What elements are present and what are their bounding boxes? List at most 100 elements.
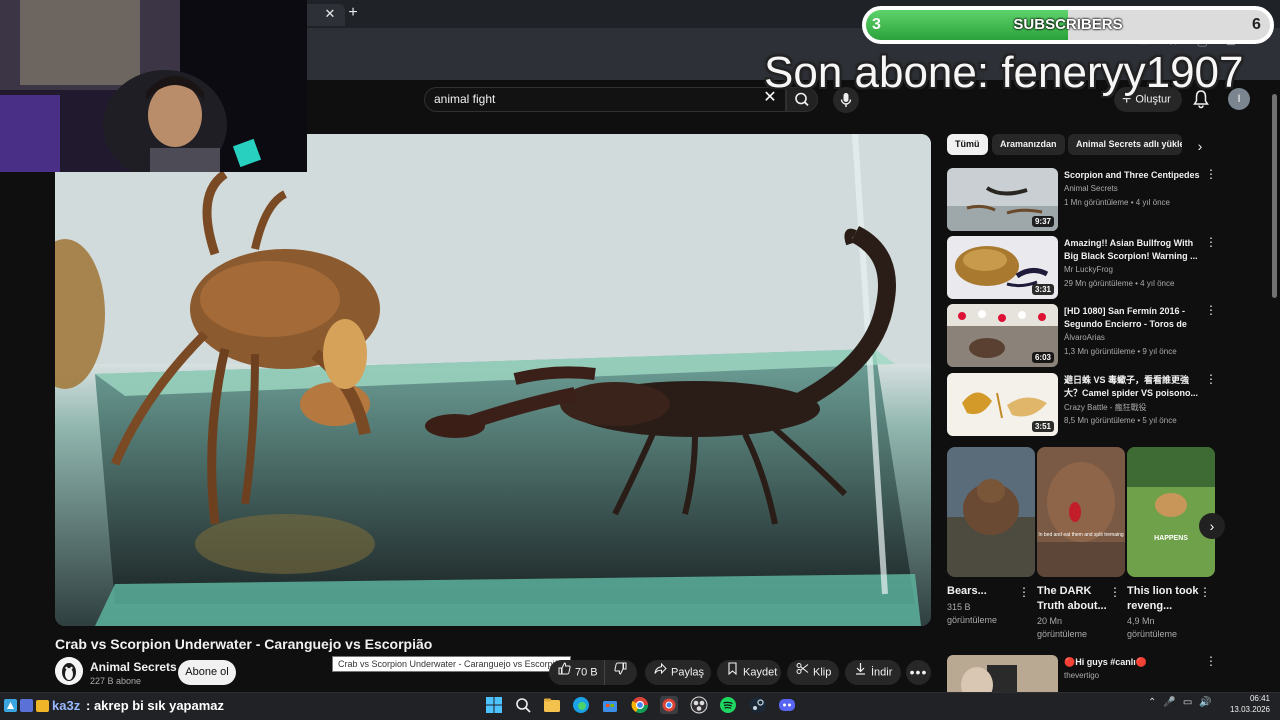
chrome-icon[interactable] xyxy=(631,696,649,714)
more-vert-icon[interactable]: ⋮ xyxy=(1205,373,1217,385)
video-meta: 29 Mn görüntüleme • 4 yıl önce xyxy=(1064,279,1175,288)
video-channel[interactable]: Animal Secrets xyxy=(1064,184,1118,193)
video-player[interactable] xyxy=(55,134,931,626)
search-query[interactable]: animal fight xyxy=(434,92,495,106)
recommended-video[interactable]: 3:31 Amazing!! Asian Bullfrog With Big B… xyxy=(947,236,1219,300)
clip-button[interactable]: Klip xyxy=(787,660,839,685)
short-title[interactable]: The DARK Truth about... xyxy=(1037,584,1117,614)
video-title[interactable]: [HD 1080] San Fermín 2016 - Segundo Enci… xyxy=(1064,305,1202,331)
dislike-button[interactable] xyxy=(604,660,637,685)
video-title[interactable]: Scorpion and Three Centipedes xyxy=(1064,169,1202,182)
save-label: Kaydet xyxy=(743,666,778,679)
system-tray-icons[interactable]: ⌃🎤▭🔊 xyxy=(1148,697,1219,708)
video-title: Crab vs Scorpion Underwater - Caranguejo… xyxy=(55,636,433,652)
video-duration: 3:51 xyxy=(1031,421,1054,432)
video-channel[interactable]: ÁlvaroArias xyxy=(1064,333,1105,342)
short-thumbnail[interactable]: HAPPENS xyxy=(1127,447,1215,577)
short-overlay-text: HAPPENS xyxy=(1154,535,1188,542)
store-icon[interactable] xyxy=(601,696,619,714)
video-channel[interactable]: Crazy Battle - 瘋狂戰役 xyxy=(1064,402,1147,413)
tab-close-icon[interactable]: ✕ xyxy=(322,6,338,22)
video-channel[interactable]: Mr LuckyFrog xyxy=(1064,265,1113,274)
recommended-video[interactable]: 3:51 避日蛛 VS 毒蠍子，看看誰更強大？Camel spider VS p… xyxy=(947,373,1219,437)
more-vert-icon[interactable]: ⋮ xyxy=(1109,586,1121,598)
channel-logo-icon xyxy=(55,657,83,685)
like-button[interactable]: 70 B xyxy=(549,660,604,685)
short-thumbnail[interactable] xyxy=(947,447,1035,577)
bookmark-icon xyxy=(726,660,739,685)
chip-from-search[interactable]: Aramanızdan xyxy=(992,134,1065,155)
chevron-right-icon[interactable]: › xyxy=(1199,513,1225,539)
more-vert-icon[interactable]: ⋮ xyxy=(1205,304,1217,316)
obs-icon[interactable] xyxy=(690,696,708,714)
title-tooltip: Crab vs Scorpion Underwater - Caranguejo… xyxy=(332,656,571,672)
channel-subscriber-count: 227 B abone xyxy=(90,676,142,686)
taskbar-clock-time[interactable]: 06:41 xyxy=(1232,694,1270,703)
share-label: Paylaş xyxy=(671,666,705,679)
new-tab-icon[interactable]: + xyxy=(345,5,361,21)
share-icon xyxy=(654,660,667,685)
download-icon xyxy=(854,660,867,685)
scissors-icon xyxy=(796,660,809,685)
video-thumbnail[interactable]: 9:37 xyxy=(947,168,1058,231)
more-vert-icon[interactable]: ⋮ xyxy=(1018,586,1030,598)
spotify-icon[interactable] xyxy=(719,696,737,714)
short-title[interactable]: This lion took reveng... xyxy=(1127,584,1207,614)
clip-label: Klip xyxy=(813,666,832,679)
video-channel[interactable]: thevertigo xyxy=(1064,671,1099,680)
video-duration: 3:31 xyxy=(1031,284,1054,295)
more-vert-icon[interactable]: ⋮ xyxy=(1205,236,1217,248)
more-vert-icon[interactable]: ⋮ xyxy=(1205,168,1217,180)
chevron-right-icon[interactable]: › xyxy=(1192,138,1208,154)
video-frame xyxy=(55,134,931,626)
video-duration: 6:03 xyxy=(1031,352,1054,363)
video-title[interactable]: Amazing!! Asian Bullfrog With Big Black … xyxy=(1064,237,1202,263)
edge-browser-icon[interactable] xyxy=(572,696,590,714)
more-vert-icon[interactable]: ⋮ xyxy=(1199,586,1211,598)
channel-avatar[interactable] xyxy=(55,657,83,685)
channel-name[interactable]: Animal Secrets xyxy=(90,660,177,674)
save-button[interactable]: Kaydet xyxy=(717,660,781,685)
share-button[interactable]: Paylaş xyxy=(645,660,711,685)
short-views-label: görüntüleme xyxy=(1037,629,1088,639)
video-meta: 1,3 Mn görüntüleme • 9 yıl önce xyxy=(1064,347,1177,356)
file-explorer-icon[interactable] xyxy=(543,696,561,714)
webcam-overlay xyxy=(0,0,307,172)
short-views-label: görüntüleme xyxy=(947,615,998,625)
short-overlay-text: In bed and eat them and split tremaing xyxy=(1038,532,1124,538)
taskbar-clock-date[interactable]: 13.03.2026 xyxy=(1226,705,1270,714)
recommended-video[interactable]: 6:03 [HD 1080] San Fermín 2016 - Segundo… xyxy=(947,304,1219,368)
video-thumbnail[interactable]: 6:03 xyxy=(947,304,1058,367)
video-thumbnail[interactable]: 3:31 xyxy=(947,236,1058,299)
last-subscriber-text: Son abone: feneryy1907 xyxy=(764,48,1244,97)
streamer-webcam xyxy=(0,0,307,172)
windows-start-icon[interactable] xyxy=(485,696,503,714)
chat-message: : akrep bi sık yapamaz xyxy=(86,698,225,713)
thumbs-up-icon xyxy=(558,660,571,685)
video-duration: 9:37 xyxy=(1031,216,1054,227)
video-title[interactable]: 避日蛛 VS 毒蠍子，看看誰更強大？Camel spider VS poison… xyxy=(1064,374,1202,400)
chrome-profile-icon[interactable] xyxy=(660,696,678,714)
video-thumbnail[interactable]: 3:51 xyxy=(947,373,1058,436)
chip-channel-uploads[interactable]: Animal Secrets adlı yüklemeler xyxy=(1068,134,1182,155)
subscriber-goal-current: 3 xyxy=(872,16,881,33)
like-count: 70 B xyxy=(575,666,598,679)
steam-icon[interactable] xyxy=(749,696,767,714)
taskbar-search-icon[interactable] xyxy=(514,696,532,714)
chip-all[interactable]: Tümü xyxy=(947,134,988,155)
page-scrollbar[interactable] xyxy=(1272,94,1277,298)
download-button[interactable]: İndir xyxy=(845,660,901,685)
subscriber-goal-target: 6 xyxy=(1252,16,1261,33)
subscriber-goal-label: SUBSCRIBERS xyxy=(1013,16,1123,33)
chat-badge-icons xyxy=(4,699,49,712)
chat-username: ka3z xyxy=(52,698,81,713)
more-actions-button[interactable]: ••• xyxy=(906,660,931,685)
subscribe-button[interactable]: Abone ol xyxy=(178,660,236,685)
thumbs-down-icon xyxy=(614,660,627,685)
video-title[interactable]: 🔴Hi guys #canlı🔴 xyxy=(1064,656,1202,669)
recommended-video[interactable]: 9:37 Scorpion and Three Centipedes Anima… xyxy=(947,168,1219,232)
discord-icon[interactable] xyxy=(778,696,796,714)
short-title[interactable]: Bears... xyxy=(947,584,1027,599)
more-vert-icon[interactable]: ⋮ xyxy=(1205,655,1217,667)
short-thumbnail[interactable]: In bed and eat them and split tremaing xyxy=(1037,447,1125,577)
